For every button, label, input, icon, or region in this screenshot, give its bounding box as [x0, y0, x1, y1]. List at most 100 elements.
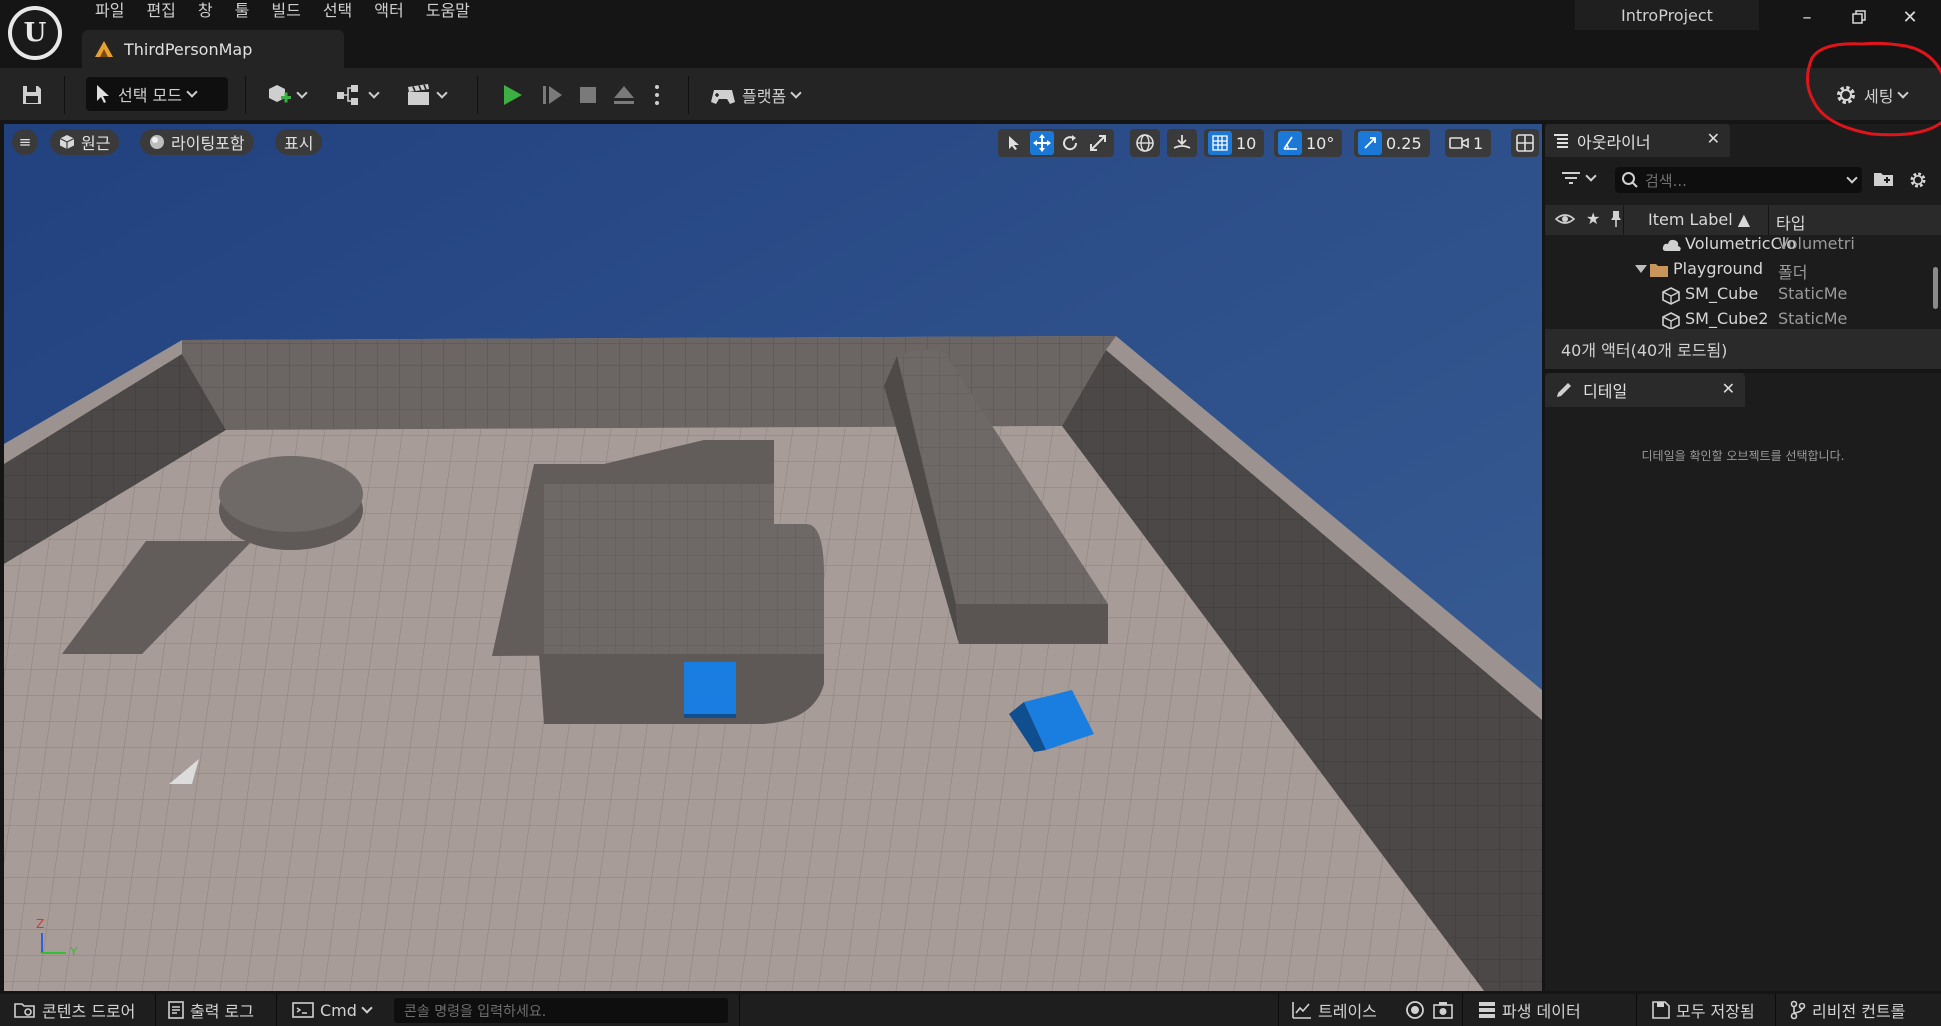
- type-column[interactable]: 타입: [1776, 210, 1805, 234]
- details-tab-label: 디테일: [1583, 382, 1628, 401]
- branch-icon: [1790, 1000, 1806, 1020]
- tree-row[interactable]: SM_Cube2 StaticMe: [1545, 308, 1930, 329]
- outliner-search-input[interactable]: 검색...: [1615, 167, 1862, 193]
- view-mode-button[interactable]: 라이팅포함: [140, 129, 254, 155]
- camera-speed-value: 1: [1473, 133, 1484, 153]
- stop-button[interactable]: [578, 78, 598, 112]
- tree-row-folder[interactable]: Playground 폴더: [1545, 258, 1930, 283]
- show-label: 표시: [284, 134, 314, 153]
- menu-build[interactable]: 빌드: [260, 0, 311, 24]
- filter-button[interactable]: [1561, 169, 1597, 186]
- static-mesh-icon: [1662, 287, 1680, 305]
- cinematics-button[interactable]: [406, 78, 448, 112]
- outliner-settings-button[interactable]: [1908, 170, 1928, 194]
- outliner-icon: [1554, 133, 1568, 148]
- close-icon[interactable]: ✕: [1707, 129, 1720, 148]
- level-viewport[interactable]: ≡ 원근 라이팅포함 표시 10 10° 0.25 1 Z Y: [4, 124, 1542, 991]
- revision-control-label: 리비전 컨트롤: [1812, 1002, 1906, 1021]
- blueprint-button[interactable]: [336, 78, 380, 112]
- visibility-column-icon[interactable]: [1554, 211, 1576, 231]
- scene-render: [4, 124, 1542, 991]
- revision-control-button[interactable]: 리비전 컨트롤: [1790, 994, 1905, 1026]
- filter-icon: [1562, 172, 1580, 184]
- static-mesh-icon: [1662, 312, 1680, 329]
- mode-select-dropdown[interactable]: 선택 모드: [86, 77, 228, 111]
- scale-snap-value[interactable]: 0.25: [1386, 134, 1426, 153]
- tree-row[interactable]: VolumetricClo Volumetri: [1545, 235, 1930, 258]
- restore-button[interactable]: [1837, 2, 1881, 32]
- viewport-menu-button[interactable]: ≡: [12, 129, 38, 155]
- trace-icon: [1292, 1002, 1311, 1019]
- add-folder-button[interactable]: [1873, 170, 1895, 192]
- eject-button[interactable]: [612, 78, 636, 112]
- select-tool-button[interactable]: [1002, 131, 1026, 155]
- tree-row-label: SM_Cube: [1685, 284, 1759, 303]
- outliner-tab[interactable]: 아웃라이너 ✕: [1545, 124, 1730, 157]
- level-tab-label: ThirdPersonMap: [124, 39, 253, 59]
- rotation-snap-value[interactable]: 10°: [1306, 134, 1338, 153]
- level-tab[interactable]: ThirdPersonMap: [82, 30, 344, 68]
- record-button[interactable]: [1405, 994, 1425, 1026]
- grid-snap-value[interactable]: 10: [1236, 134, 1260, 153]
- show-button[interactable]: 표시: [275, 129, 323, 155]
- menu-edit[interactable]: 편집: [135, 0, 186, 24]
- folder-add-icon: [1874, 173, 1893, 186]
- cube-icon: [59, 135, 75, 149]
- settings-button[interactable]: 세팅: [1834, 78, 1910, 112]
- derived-data-button[interactable]: 파생 데이터: [1478, 994, 1581, 1026]
- menu-help[interactable]: 도움말: [415, 0, 481, 24]
- play-options-button[interactable]: [654, 78, 660, 112]
- add-actor-button[interactable]: [266, 78, 308, 112]
- cloud-icon: [1662, 239, 1681, 251]
- scale-tool-button[interactable]: [1086, 131, 1110, 155]
- details-tab[interactable]: 디테일 ✕: [1545, 373, 1745, 407]
- menu-tools[interactable]: 툴: [224, 0, 261, 24]
- minimize-button[interactable]: –: [1785, 2, 1829, 32]
- cmd-dropdown[interactable]: Cmd: [292, 994, 373, 1026]
- perspective-button[interactable]: 원근: [50, 129, 120, 155]
- menu-window[interactable]: 창: [187, 0, 224, 24]
- unreal-logo-icon[interactable]: U: [8, 6, 62, 60]
- status-bar: 콘텐츠 드로어 출력 로그 Cmd 콘솔 명령을 입력하세요. 트레이스 파생 …: [0, 994, 1941, 1026]
- rotation-snap-toggle[interactable]: 10°: [1274, 129, 1343, 157]
- pin-column-icon[interactable]: [1609, 210, 1623, 232]
- output-log-button[interactable]: 출력 로그: [168, 994, 254, 1026]
- tree-row[interactable]: SM_Cube StaticMe: [1545, 283, 1930, 308]
- platforms-button[interactable]: 플랫폼: [710, 78, 802, 112]
- advance-frame-button[interactable]: [540, 78, 564, 112]
- viewport-layout-button[interactable]: [1511, 129, 1539, 157]
- menu-actor[interactable]: 액터: [363, 0, 414, 24]
- close-icon[interactable]: ✕: [1722, 379, 1735, 398]
- console-command-input[interactable]: 콘솔 명령을 입력하세요.: [394, 998, 728, 1023]
- menu-select[interactable]: 선택: [312, 0, 363, 24]
- menu-file[interactable]: 파일: [84, 0, 135, 24]
- restore-icon: [1852, 10, 1866, 24]
- save-all-button[interactable]: 모두 저장됨: [1652, 994, 1755, 1026]
- output-log-icon: [168, 1001, 184, 1019]
- screenshot-button[interactable]: [1433, 994, 1453, 1026]
- item-label-column[interactable]: Item Label ▲: [1648, 210, 1750, 229]
- outliner-scrollbar[interactable]: [1933, 267, 1938, 309]
- content-drawer-icon: [14, 1003, 35, 1018]
- add-actor-icon: [269, 85, 291, 103]
- world-local-toggle[interactable]: [1130, 129, 1160, 157]
- trace-button[interactable]: 트레이스: [1292, 994, 1377, 1026]
- output-log-label: 출력 로그: [190, 1002, 254, 1021]
- stop-icon: [580, 87, 596, 103]
- grid-snap-toggle[interactable]: 10: [1204, 129, 1265, 157]
- chevron-down-icon[interactable]: [1846, 171, 1858, 184]
- camera-speed-button[interactable]: 1: [1445, 129, 1492, 157]
- scale-snap-toggle[interactable]: 0.25: [1354, 129, 1430, 157]
- move-tool-button[interactable]: [1030, 131, 1054, 155]
- expand-arrow-icon[interactable]: [1635, 265, 1647, 273]
- surface-snap-toggle[interactable]: [1167, 129, 1197, 157]
- save-button[interactable]: [20, 78, 44, 112]
- chevron-down-icon: [1897, 86, 1910, 99]
- rotate-tool-button[interactable]: [1058, 131, 1082, 155]
- play-button[interactable]: [500, 78, 524, 112]
- close-button[interactable]: ✕: [1888, 2, 1932, 32]
- favorite-column-icon[interactable]: ★: [1586, 209, 1600, 228]
- content-drawer-button[interactable]: 콘텐츠 드로어: [14, 994, 135, 1026]
- tree-row-type: 폴더: [1778, 263, 1808, 282]
- viewport-toolbar: ≡ 원근 라이팅포함 표시 10 10° 0.25 1: [4, 124, 1542, 166]
